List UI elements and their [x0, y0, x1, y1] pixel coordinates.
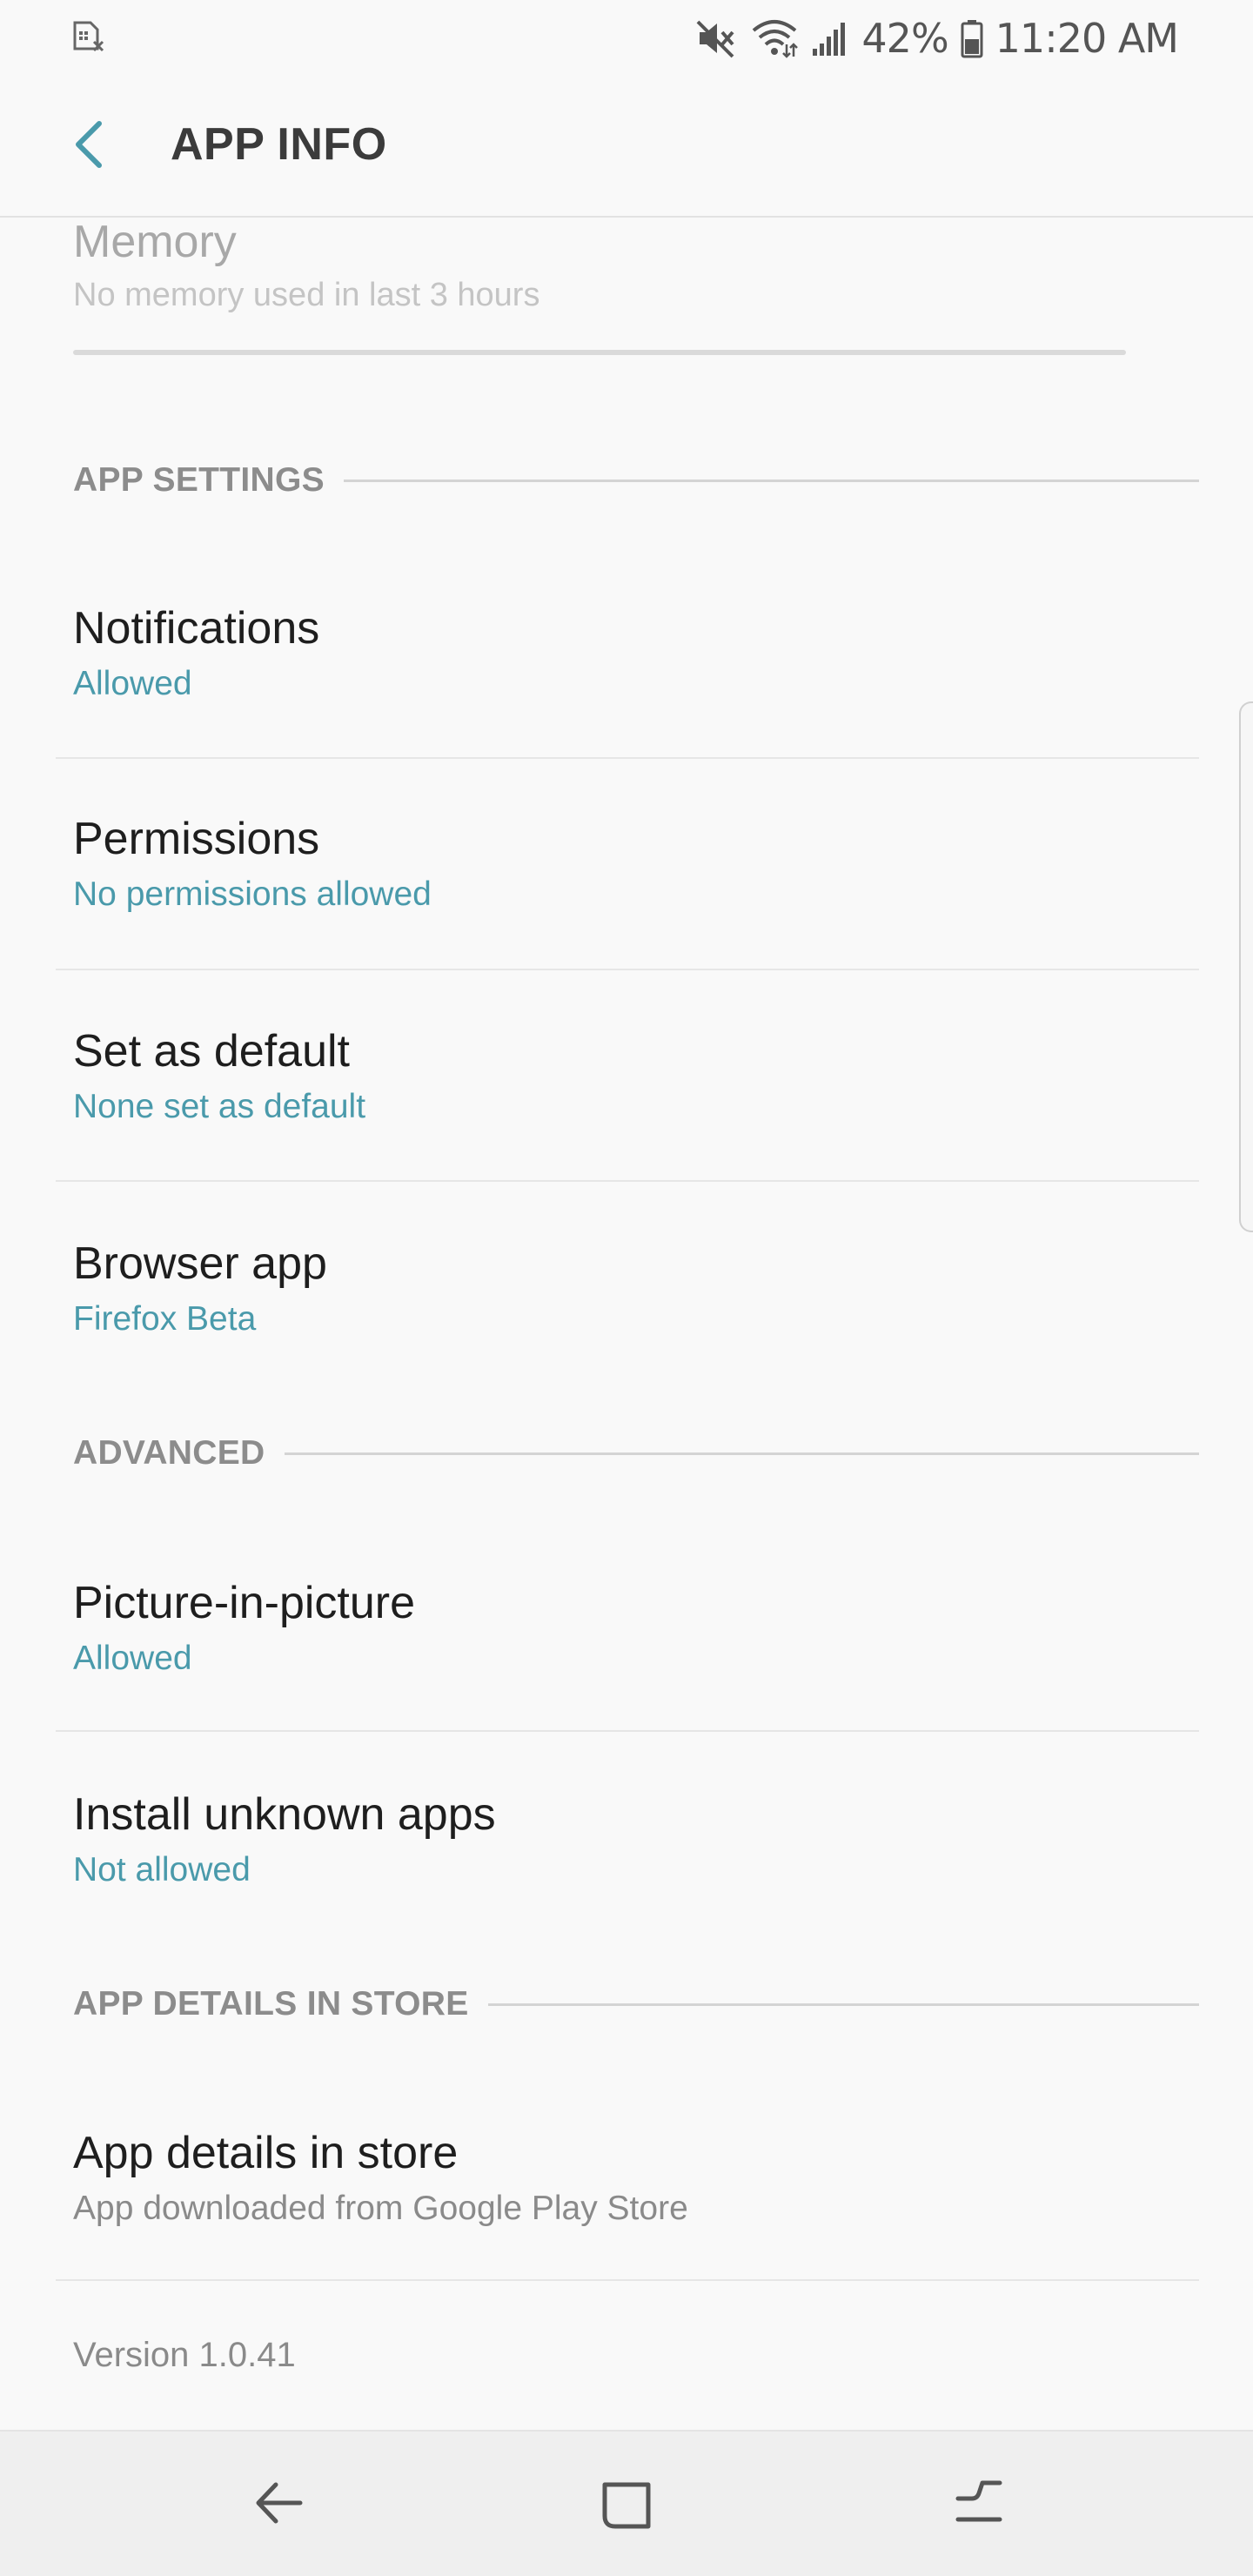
notifications-item[interactable]: Notifications Allowed [56, 592, 1199, 757]
recents-icon [948, 2472, 1008, 2538]
item-subtitle: Not allowed [73, 1851, 251, 1888]
list-divider [56, 1730, 1199, 1732]
status-bar: 42% 11:20 AM [0, 0, 1253, 77]
memory-title: Memory [73, 217, 237, 267]
section-app-settings: APP SETTINGS [73, 461, 1199, 500]
item-subtitle: Firefox Beta [73, 1300, 257, 1338]
chevron-left-icon [70, 118, 108, 175]
home-square-icon [596, 2472, 657, 2538]
item-title: Picture-in-picture [73, 1578, 416, 1628]
nav-home-button[interactable] [583, 2461, 670, 2548]
section-app-details-in-store: APP DETAILS IN STORE [73, 1985, 1199, 2023]
app-details-in-store-item[interactable]: App details in store App downloaded from… [56, 2116, 1199, 2282]
item-subtitle: App downloaded from Google Play Store [73, 2190, 688, 2227]
item-title: Install unknown apps [73, 1789, 496, 1840]
item-title: Browser app [73, 1238, 327, 1289]
edge-panel-handle[interactable] [1239, 701, 1253, 1232]
list-divider [56, 2279, 1199, 2281]
memory-subtitle: No memory used in last 3 hours [73, 277, 540, 313]
set-as-default-item[interactable]: Set as default None set as default [56, 1015, 1199, 1180]
list-divider [56, 757, 1199, 759]
section-label: ADVANCED [73, 1434, 265, 1472]
navigation-bar [0, 2430, 1253, 2576]
section-advanced: ADVANCED [73, 1434, 1199, 1472]
status-icons: 42% 11:20 AM [694, 12, 1179, 64]
section-divider [343, 479, 1199, 482]
list-divider [56, 969, 1199, 970]
item-title: App details in store [73, 2128, 459, 2178]
install-unknown-apps-item[interactable]: Install unknown apps Not allowed [56, 1778, 1199, 1943]
app-bar: APP INFO [0, 77, 1253, 218]
item-title: Set as default [73, 1026, 350, 1077]
section-divider [487, 2002, 1199, 2006]
section-label: APP SETTINGS [73, 461, 325, 499]
item-subtitle: None set as default [73, 1088, 366, 1125]
permissions-item[interactable]: Permissions No permissions allowed [56, 802, 1199, 968]
app-info-screen: 42% 11:20 AM APP INFO Memory No memory u… [0, 0, 1253, 2576]
item-title: Permissions [73, 814, 320, 864]
back-button[interactable] [54, 111, 124, 181]
item-subtitle: Allowed [73, 665, 192, 702]
mute-icon [694, 18, 738, 58]
clock: 11:20 AM [995, 15, 1179, 62]
version-label: Version 1.0.41 [73, 2336, 296, 2374]
wifi-icon [750, 18, 799, 58]
list-divider [56, 1180, 1199, 1182]
battery-percent: 42% [861, 15, 948, 62]
browser-app-item[interactable]: Browser app Firefox Beta [56, 1227, 1199, 1392]
item-title: Notifications [73, 603, 320, 654]
battery-icon [961, 18, 983, 58]
nav-back-button[interactable] [235, 2461, 322, 2548]
signal-icon [811, 19, 849, 57]
page-title: APP INFO [171, 119, 387, 170]
section-label: APP DETAILS IN STORE [73, 1985, 469, 2023]
item-subtitle: No permissions allowed [73, 875, 432, 913]
back-arrow-icon [248, 2472, 309, 2538]
sim-card-x-icon [71, 19, 106, 54]
picture-in-picture-item[interactable]: Picture-in-picture Allowed [56, 1566, 1199, 1732]
section-divider [284, 1452, 1199, 1455]
nav-recents-button[interactable] [935, 2461, 1022, 2548]
memory-usage-bar [73, 350, 1126, 355]
item-subtitle: Allowed [73, 1640, 192, 1677]
